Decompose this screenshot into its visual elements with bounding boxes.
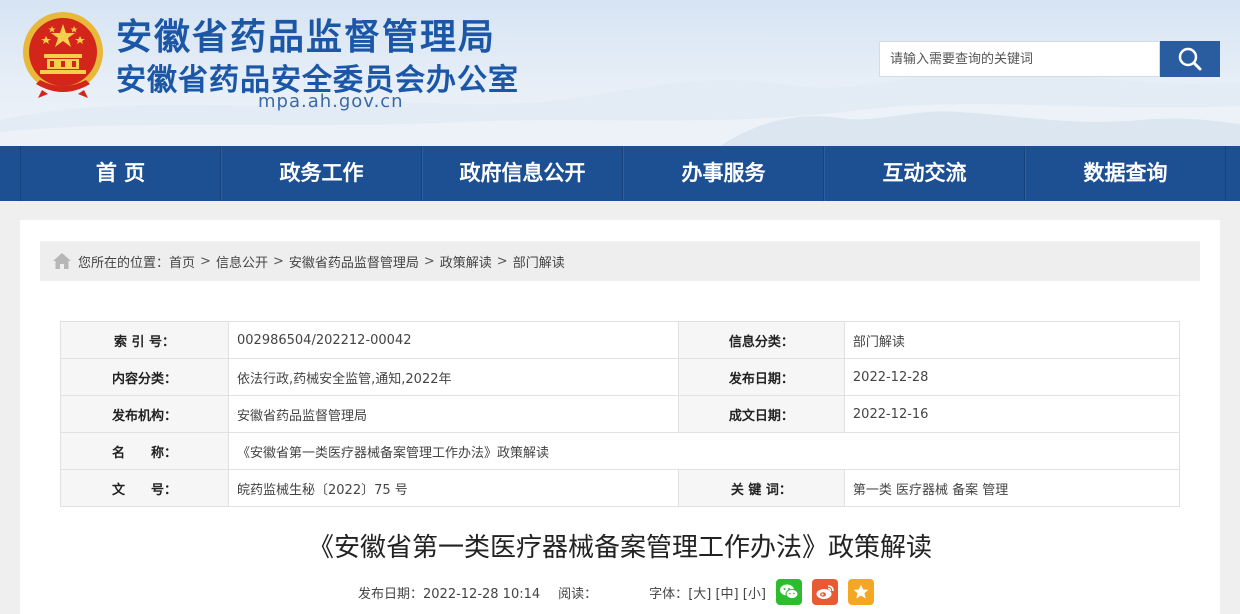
font-medium-button[interactable]: [中] [715, 587, 738, 602]
wechat-icon [779, 584, 799, 600]
font-size-label: 字体： [649, 586, 689, 602]
wechat-share-button[interactable] [775, 579, 802, 605]
nav-home[interactable]: 首 页 [20, 146, 221, 201]
nav-services[interactable]: 办事服务 [623, 146, 824, 201]
site-domain: mpa.ah.gov.cn [258, 91, 404, 112]
star-icon [853, 584, 869, 599]
favorite-button[interactable] [847, 579, 874, 605]
content-category-label: 内容分类： [60, 358, 229, 396]
main-content: 您所在的位置： 首页 > 信息公开 > 安徽省药品监督管理局 > 政策解读 > … [20, 220, 1220, 614]
search-button[interactable] [1160, 41, 1220, 77]
table-row: 发布机构： 安徽省药品监督管理局 成文日期： 2022-12-16 [60, 395, 1181, 433]
document-number-label: 文 号： [60, 469, 229, 507]
table-row: 内容分类： 依法行政,药械安全监管,通知,2022年 发布日期： 2022-12… [60, 358, 1181, 396]
created-date-label: 成文日期： [677, 395, 845, 433]
document-info-table: 索 引 号： 002986504/202212-00042 信息分类： 部门解读… [60, 321, 1181, 507]
category-label: 信息分类： [677, 321, 845, 359]
article-title: 《安徽省第一类医疗器械备案管理工作办法》政策解读 [307, 533, 932, 563]
content-category-value: 依法行政,药械安全监管,通知,2022年 [228, 358, 679, 396]
created-date-value: 2022-12-16 [843, 395, 1181, 433]
nav-information-disclosure[interactable]: 政府信息公开 [422, 146, 623, 201]
publish-date-label: 发布日期： [677, 358, 845, 396]
home-icon [53, 253, 71, 269]
publisher-value: 安徽省药品监督管理局 [228, 395, 679, 433]
index-value: 002986504/202212-00042 [228, 321, 679, 359]
index-label: 索 引 号： [60, 321, 229, 359]
breadcrumb-separator: > [272, 253, 284, 269]
table-row: 文 号： 皖药监械生秘〔2022〕75 号 关 键 词： 第一类 医疗器械 备案… [60, 469, 1181, 507]
article-meta: 发布日期：2022-12-28 10:14 阅读： 字体：[大] [中] [小] [358, 578, 874, 606]
category-value: 部门解读 [843, 321, 1181, 359]
weibo-share-button[interactable] [811, 579, 838, 605]
site-header: 安徽省药品监督管理局 安徽省药品安全委员会办公室 mpa.ah.gov.cn [0, 0, 1240, 146]
nav-government-affairs[interactable]: 政务工作 [221, 146, 422, 201]
breadcrumb-separator: > [200, 253, 211, 269]
main-nav: 首 页 政务工作 政府信息公开 办事服务 互动交流 数据查询 [0, 146, 1240, 201]
name-label: 名 称： [60, 432, 229, 470]
nav-data-query[interactable]: 数据查询 [1025, 146, 1226, 201]
table-row: 索 引 号： 002986504/202212-00042 信息分类： 部门解读 [60, 321, 1181, 359]
article-date: 发布日期：2022-12-28 10:14 [358, 586, 541, 602]
table-row: 名 称： 《安徽省第一类医疗器械备案管理工作办法》政策解读 [60, 432, 1180, 470]
breadcrumb-home[interactable]: 首页 [169, 252, 195, 271]
article-views: 阅读： [558, 586, 598, 602]
breadcrumb-policy-interpretation[interactable]: 政策解读 [440, 252, 492, 271]
breadcrumb-prefix: 您所在的位置： [78, 255, 170, 271]
site-title: 安徽省药品监督管理局 [116, 17, 497, 58]
weibo-icon [816, 585, 834, 599]
breadcrumb-info-disclosure[interactable]: 信息公开 [216, 252, 268, 271]
search-icon [1178, 47, 1202, 71]
breadcrumb-bureau[interactable]: 安徽省药品监督管理局 [289, 252, 419, 271]
font-size-controls: 字体：[大] [中] [小] [649, 583, 766, 602]
publish-date-value: 2022-12-28 [843, 358, 1181, 396]
font-small-button[interactable]: [小] [743, 587, 766, 602]
breadcrumb-separator: > [423, 253, 435, 269]
breadcrumb-department-interpretation[interactable]: 部门解读 [513, 252, 565, 271]
breadcrumb: 您所在的位置： 首页 > 信息公开 > 安徽省药品监督管理局 > 政策解读 > … [40, 241, 1200, 281]
name-value: 《安徽省第一类医疗器械备案管理工作办法》政策解读 [228, 432, 1180, 470]
search-input[interactable] [879, 41, 1160, 77]
search-box [879, 41, 1220, 77]
keywords-label: 关 键 词： [677, 469, 845, 507]
font-large-button[interactable]: [大] [688, 587, 711, 602]
national-emblem-icon [23, 12, 103, 98]
keywords-value: 第一类 医疗器械 备案 管理 [843, 469, 1181, 507]
publisher-label: 发布机构： [60, 395, 229, 433]
document-number-value: 皖药监械生秘〔2022〕75 号 [228, 469, 679, 507]
nav-interaction[interactable]: 互动交流 [824, 146, 1025, 201]
breadcrumb-separator: > [496, 253, 508, 269]
